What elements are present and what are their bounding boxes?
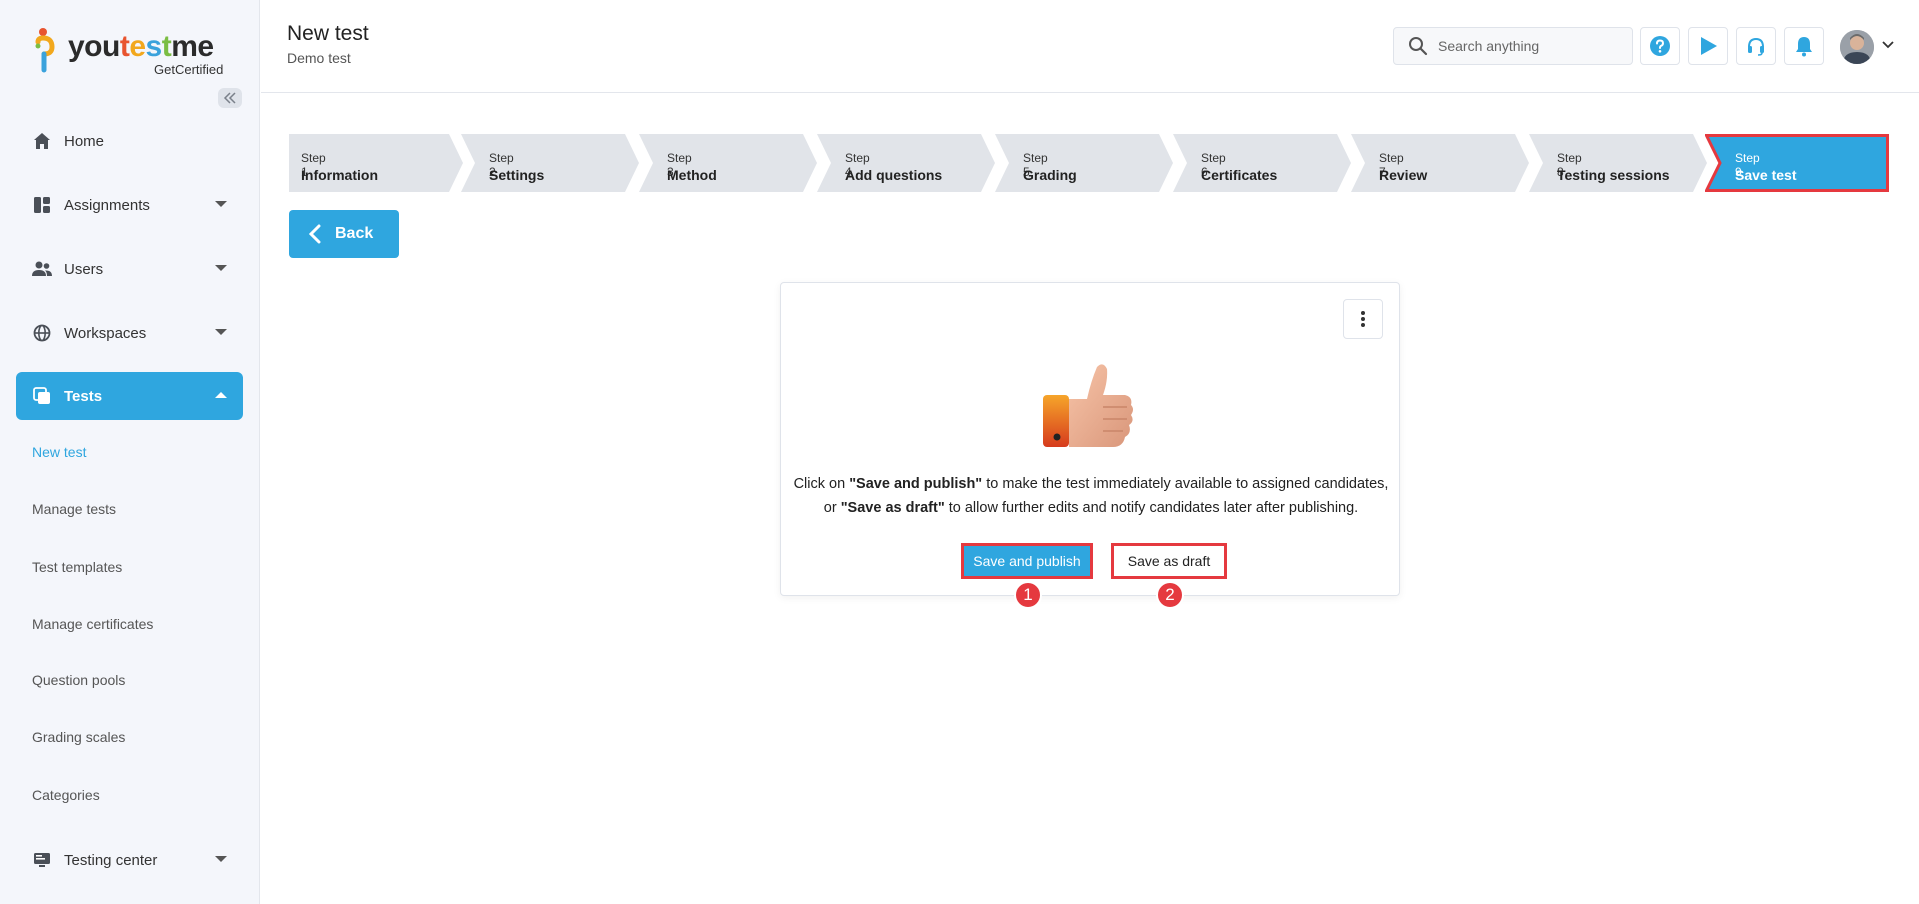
chevron-left-icon xyxy=(309,224,321,244)
dashboard-icon xyxy=(32,195,52,215)
notifications-button[interactable] xyxy=(1784,27,1824,65)
globe-icon xyxy=(32,323,52,343)
instruction-line-2: or "Save as draft" to allow further edit… xyxy=(823,500,1359,516)
sidebar-subitem-manage-certificates[interactable]: Manage certificates xyxy=(32,616,153,632)
user-avatar-icon xyxy=(1840,30,1874,64)
sidebar-item-users[interactable]: Users xyxy=(16,245,243,293)
collapse-sidebar-button[interactable] xyxy=(218,88,242,108)
sidebar-item-workspaces[interactable]: Workspaces xyxy=(16,309,243,357)
logo-text: youtestme xyxy=(68,30,214,63)
search-icon xyxy=(1409,37,1428,56)
sidebar-item-label: Testing center xyxy=(64,851,158,869)
sidebar-item-label: Assignments xyxy=(64,196,150,214)
thumbs-up-icon xyxy=(1043,364,1133,447)
sidebar-item-label: Tests xyxy=(64,387,103,405)
step-label: Method xyxy=(667,167,717,183)
question-circle-icon xyxy=(1650,36,1670,56)
save-and-publish-button[interactable]: Save and publish xyxy=(961,543,1093,579)
top-header: New test Demo test xyxy=(261,0,1919,93)
chevron-up-icon xyxy=(215,392,227,398)
sidebar-item-label: Workspaces xyxy=(64,324,147,342)
sidebar-subitem-test-templates[interactable]: Test templates xyxy=(32,559,122,575)
step-label: Certificates xyxy=(1201,167,1278,183)
users-icon xyxy=(32,259,52,279)
play-tutorial-button[interactable] xyxy=(1688,27,1728,65)
search-box[interactable] xyxy=(1393,27,1633,65)
sidebar-subitem-new-test[interactable]: New test xyxy=(32,444,86,460)
headset-icon xyxy=(1748,37,1764,56)
wizard-stepper: Step 1 Information Step 2 Settings Step … xyxy=(289,134,1889,192)
sidebar-subitem-grading-scales[interactable]: Grading scales xyxy=(32,729,125,745)
monitor-icon xyxy=(32,850,52,870)
step-label: Save test xyxy=(1735,167,1797,183)
annotation-badge-1: 1 xyxy=(1014,581,1042,609)
back-button[interactable]: Back xyxy=(289,210,399,258)
logo-mark-icon xyxy=(35,28,55,73)
more-options-button[interactable] xyxy=(1343,299,1383,339)
search-input[interactable] xyxy=(1438,38,1628,54)
page-subtitle: Demo test xyxy=(287,50,351,66)
step-label: Grading xyxy=(1023,167,1077,183)
step-label: Review xyxy=(1379,167,1428,183)
sidebar-subitem-manage-tests[interactable]: Manage tests xyxy=(32,501,116,517)
back-label: Back xyxy=(335,225,374,242)
instruction-line-1: Click on "Save and publish" to make the … xyxy=(793,476,1389,492)
step-label: Add questions xyxy=(845,167,943,183)
sidebar-item-tests[interactable]: Tests xyxy=(16,372,243,420)
avatar[interactable] xyxy=(1840,30,1874,64)
support-button[interactable] xyxy=(1736,27,1776,65)
sidebar-item-testing-center[interactable]: Testing center xyxy=(16,836,243,884)
step-label: Settings xyxy=(489,167,545,183)
sidebar-item-assignments[interactable]: Assignments xyxy=(16,181,243,229)
help-button[interactable] xyxy=(1640,27,1680,65)
kebab-menu-icon xyxy=(1361,311,1365,327)
bell-icon xyxy=(1796,37,1812,57)
sidebar-subitem-categories[interactable]: Categories xyxy=(32,787,100,803)
step-label: Information xyxy=(301,167,378,183)
chevron-down-icon xyxy=(215,201,227,207)
home-icon xyxy=(32,131,52,151)
chevron-down-icon xyxy=(215,329,227,335)
logo[interactable]: youtestme GetCertified xyxy=(34,24,234,77)
step-label: Testing sessions xyxy=(1557,167,1670,183)
sidebar-subitem-question-pools[interactable]: Question pools xyxy=(32,672,125,688)
chevron-down-icon xyxy=(215,265,227,271)
sidebar: youtestme GetCertified Home Assignments xyxy=(0,0,260,904)
chevron-down-icon[interactable] xyxy=(1882,40,1894,50)
sidebar-item-label: Home xyxy=(64,132,105,150)
logo-subtitle: GetCertified xyxy=(154,62,224,77)
sidebar-item-label: Users xyxy=(64,260,104,278)
double-chevron-left-icon xyxy=(223,92,236,104)
instruction-text: Click on "Save and publish" to make the … xyxy=(781,472,1401,520)
play-icon xyxy=(1701,37,1717,55)
copy-icon xyxy=(32,386,52,406)
save-test-card: Click on "Save and publish" to make the … xyxy=(780,282,1401,609)
annotation-badge-2: 2 xyxy=(1156,581,1184,609)
app-root: youtestme GetCertified Home Assignments xyxy=(0,0,1919,904)
save-as-draft-button[interactable]: Save as draft xyxy=(1111,543,1227,579)
page-title: New test xyxy=(287,22,369,45)
sidebar-item-home[interactable]: Home xyxy=(16,117,243,165)
chevron-down-icon xyxy=(215,856,227,862)
